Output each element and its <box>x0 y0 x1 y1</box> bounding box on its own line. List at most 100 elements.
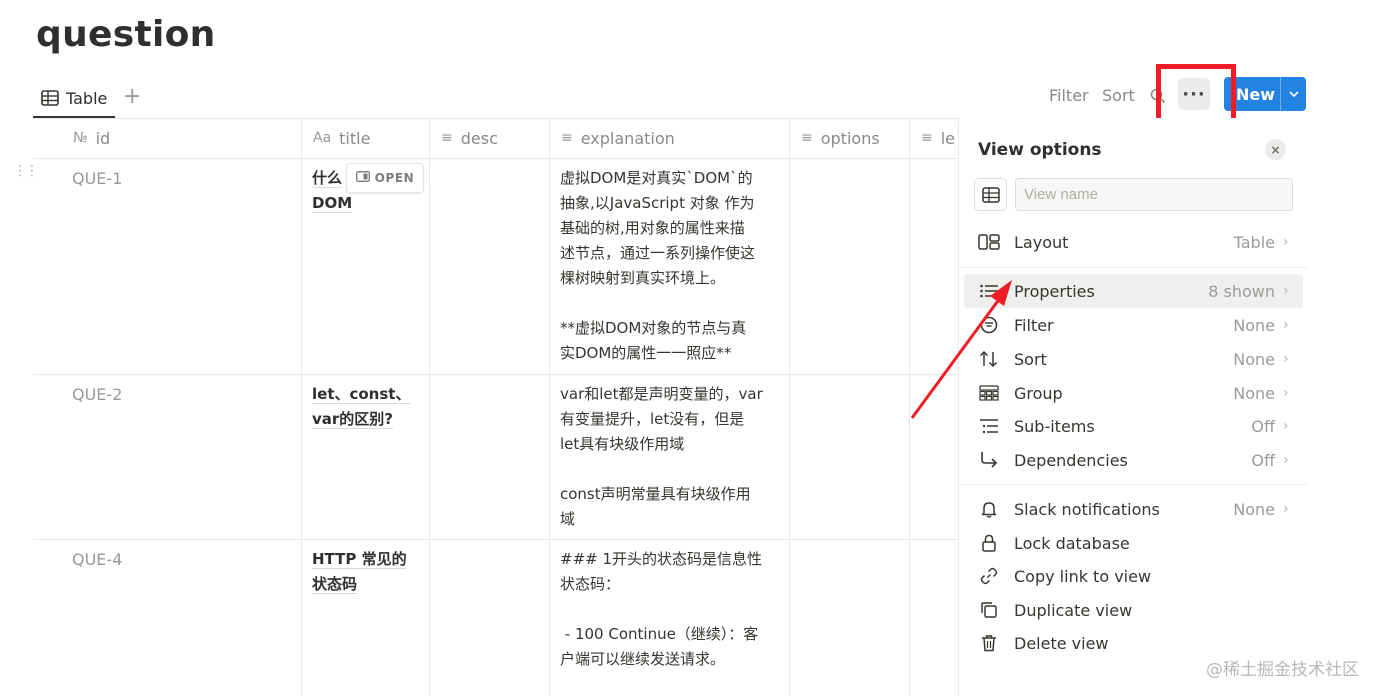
column-header-label: options <box>820 128 880 148</box>
column-header-le[interactable]: ≡ le <box>909 118 955 158</box>
view-type-icon[interactable] <box>974 178 1007 211</box>
database-table: № id Aa title ≡ desc ≡ explanation ≡ opt… <box>33 118 958 696</box>
option-value: None <box>1233 315 1275 335</box>
watermark-text: @稀土掘金技术社区 <box>1206 660 1359 680</box>
link-icon <box>964 567 1004 585</box>
row-title[interactable]: let、const、 var的区别? <box>312 382 427 432</box>
option-label: Dependencies <box>1014 450 1128 470</box>
group-icon <box>964 385 1004 401</box>
column-divider <box>429 118 430 696</box>
chevron-right-icon: › <box>1283 283 1289 299</box>
column-header-label: title <box>339 128 371 148</box>
option-dependencies[interactable]: Dependencies Off › <box>964 443 1303 477</box>
column-divider <box>789 118 790 696</box>
option-sort[interactable]: Sort None › <box>964 342 1303 376</box>
option-label: Properties <box>1014 281 1095 301</box>
tab-table[interactable]: Table <box>33 80 116 118</box>
option-value: None <box>1233 383 1275 403</box>
chevron-right-icon: › <box>1283 351 1289 367</box>
lines-icon: ≡ <box>801 130 813 146</box>
chevron-right-icon: › <box>1283 452 1289 468</box>
new-button[interactable]: New <box>1224 77 1306 111</box>
column-header-label: explanation <box>580 128 675 148</box>
number-icon: № <box>73 130 88 146</box>
row-explanation: ### 1开头的状态码是信息性 状态码： - 100 Continue（继续）：… <box>560 550 763 668</box>
option-value: None <box>1233 349 1275 369</box>
properties-icon <box>964 283 1004 299</box>
sort-icon <box>964 350 1004 368</box>
table-icon <box>41 90 59 106</box>
filter-icon <box>964 316 1004 334</box>
column-divider <box>301 118 302 696</box>
duplicate-icon <box>964 601 1004 619</box>
column-header-label: desc <box>460 128 498 148</box>
option-properties[interactable]: Properties 8 shown › <box>964 274 1303 308</box>
column-header-explanation[interactable]: ≡ explanation <box>549 118 675 158</box>
row-id: QUE-2 <box>72 385 123 404</box>
layout-icon <box>964 234 1004 250</box>
chevron-right-icon: › <box>1283 234 1289 250</box>
row-explanation: var和let都是声明变量的，var 有变量提升，let没有，但是 let具有块… <box>560 385 763 528</box>
option-layout[interactable]: Layout Table › <box>964 225 1303 259</box>
option-label: Group <box>1014 383 1063 403</box>
open-button[interactable]: OPEN <box>346 163 424 193</box>
divider <box>959 267 1307 268</box>
chevron-right-icon: › <box>1283 418 1289 434</box>
option-slack-notifications[interactable]: Slack notifications None › <box>964 492 1303 526</box>
view-options-panel: View options × Layout Table › Properties… <box>958 118 1390 696</box>
column-divider <box>909 118 910 696</box>
lines-icon: ≡ <box>441 130 453 146</box>
row-divider <box>33 539 958 540</box>
column-header-label: id <box>95 128 111 148</box>
option-filter[interactable]: Filter None › <box>964 308 1303 342</box>
column-divider <box>549 118 550 696</box>
option-value: Off <box>1251 450 1275 470</box>
view-bar: Table + Filter Sort New ··· <box>33 77 1313 118</box>
option-sub-items[interactable]: Sub-items Off › <box>964 409 1303 443</box>
chevron-down-icon[interactable] <box>1281 87 1306 101</box>
column-header-title[interactable]: Aa title <box>301 118 370 158</box>
row-divider <box>33 158 958 159</box>
option-label: Layout <box>1014 232 1069 252</box>
column-header-options[interactable]: ≡ options <box>789 118 880 158</box>
row-id: QUE-4 <box>72 550 123 569</box>
lines-icon: ≡ <box>921 130 933 146</box>
lines-icon: ≡ <box>561 130 573 146</box>
text-type-icon: Aa <box>313 130 332 146</box>
option-label: Delete view <box>1014 633 1109 653</box>
chevron-right-icon: › <box>1283 317 1289 333</box>
view-name-input[interactable] <box>1015 178 1293 211</box>
option-value: Off <box>1251 416 1275 436</box>
option-value: 8 shown <box>1208 281 1275 301</box>
chevron-right-icon: › <box>1283 501 1289 517</box>
tab-table-label: Table <box>66 88 108 108</box>
bell-icon <box>964 500 1004 518</box>
subitems-icon <box>964 418 1004 434</box>
option-group[interactable]: Group None › <box>964 376 1303 410</box>
filter-button[interactable]: Filter <box>1049 86 1089 105</box>
option-duplicate-view[interactable]: Duplicate view <box>964 593 1303 627</box>
open-page-icon <box>355 171 370 185</box>
option-value: Table <box>1233 232 1275 252</box>
page-title: question <box>36 14 216 55</box>
option-label: Sort <box>1014 349 1047 369</box>
option-label: Lock database <box>1014 533 1130 553</box>
add-view-button[interactable]: + <box>123 83 141 111</box>
option-lock-database[interactable]: Lock database <box>964 526 1303 560</box>
row-title[interactable]: HTTP 常见的 状态码 <box>312 547 427 597</box>
row-divider <box>33 374 958 375</box>
sort-button[interactable]: Sort <box>1102 86 1135 105</box>
divider <box>959 484 1307 485</box>
chevron-right-icon: › <box>1283 385 1289 401</box>
column-header-desc[interactable]: ≡ desc <box>429 118 498 158</box>
dependencies-icon <box>964 451 1004 469</box>
option-label: Sub-items <box>1014 416 1095 436</box>
option-label: Slack notifications <box>1014 499 1160 519</box>
row-id: QUE-1 <box>72 169 123 188</box>
open-button-label: OPEN <box>374 171 415 185</box>
lock-icon <box>964 534 1004 552</box>
option-copy-link[interactable]: Copy link to view <box>964 559 1303 593</box>
close-icon[interactable]: × <box>1265 139 1286 160</box>
column-header-label: le <box>940 128 956 148</box>
column-header-id[interactable]: № id <box>61 118 110 158</box>
